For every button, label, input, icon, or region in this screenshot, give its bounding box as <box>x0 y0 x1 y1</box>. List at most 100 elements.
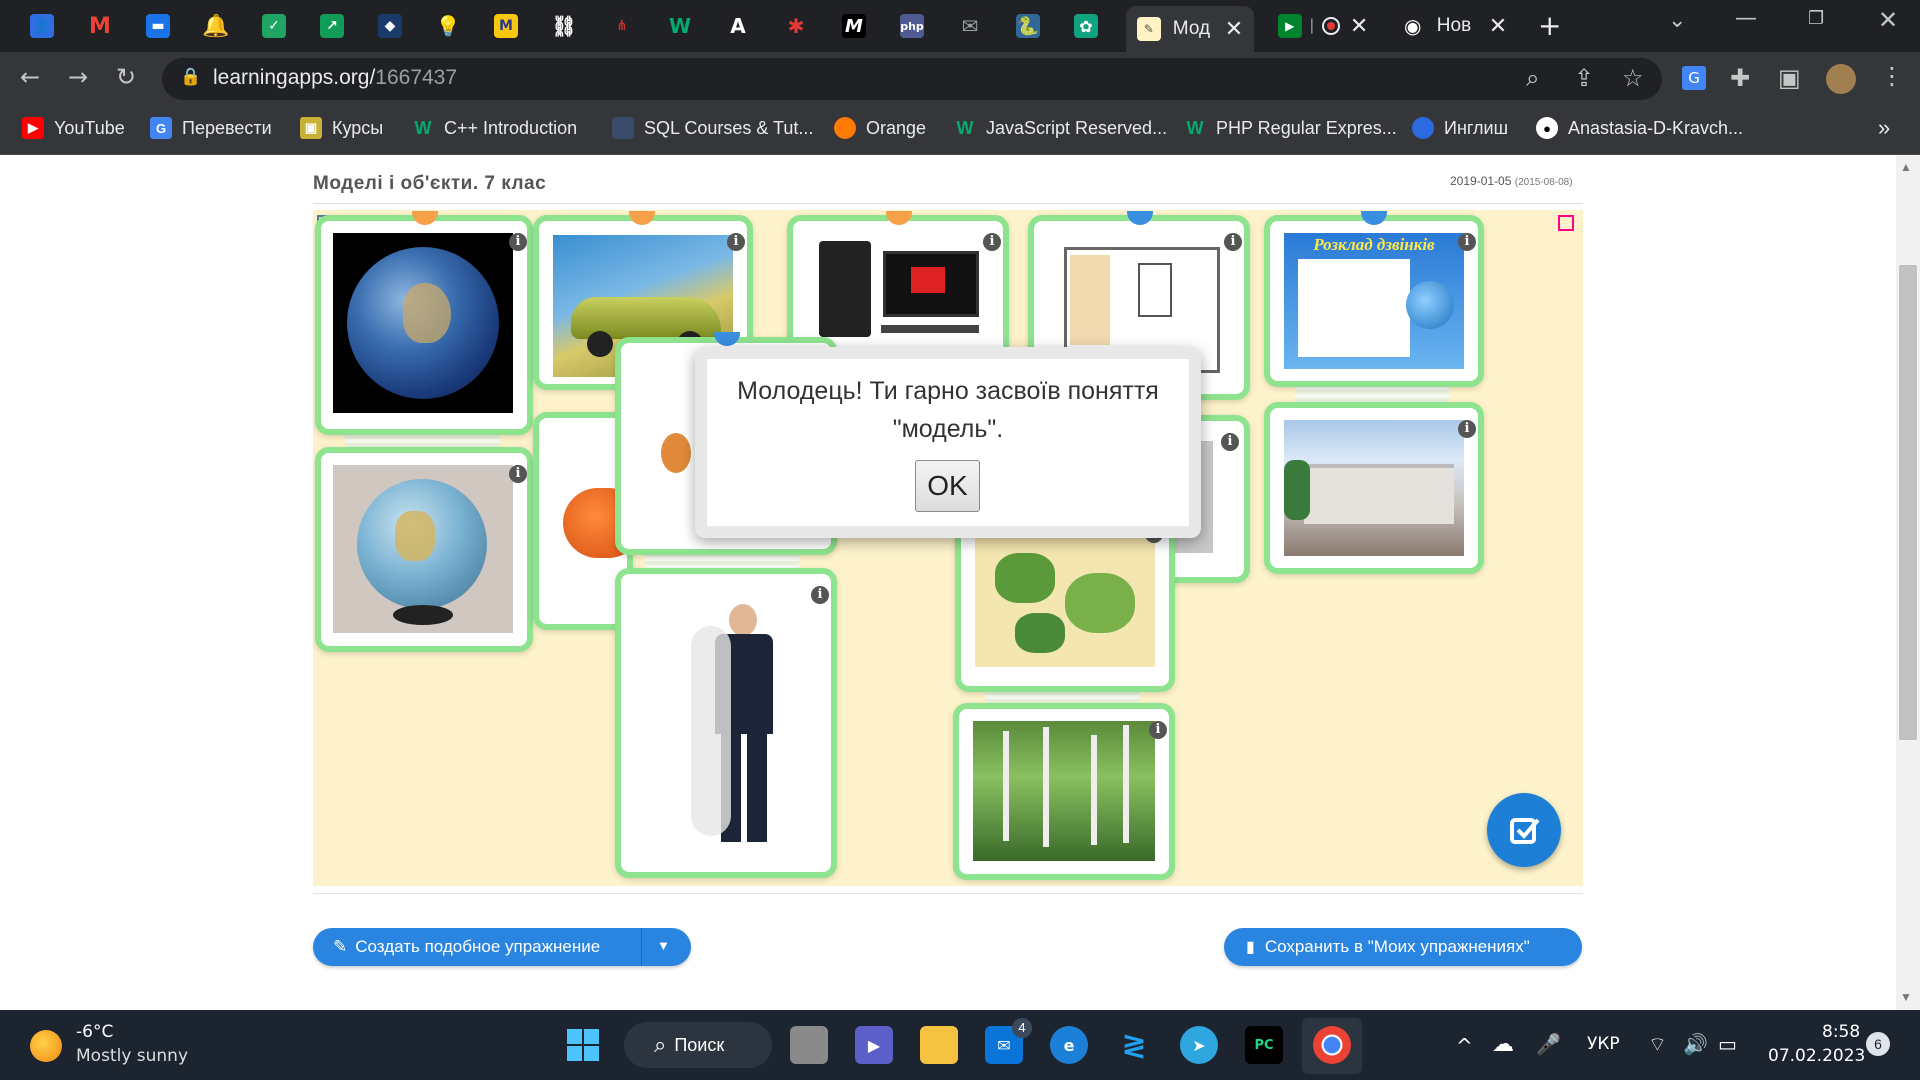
bookmark-english[interactable]: Инглиш <box>1412 114 1508 142</box>
search-box[interactable]: ⌕ Поиск <box>624 1022 772 1068</box>
tab-pinned-8[interactable]: 💡 <box>428 6 468 46</box>
zoom-icon[interactable]: ⌕ <box>1526 66 1539 90</box>
notifications-badge[interactable]: 6 <box>1866 1032 1890 1056</box>
info-icon[interactable]: i <box>811 586 829 604</box>
lock-icon[interactable]: 🔒 <box>180 69 201 86</box>
tab-meet[interactable]: ▶ | ✕ <box>1268 6 1378 46</box>
volume-icon[interactable]: 🔊 <box>1683 1032 1708 1056</box>
fullscreen-icon[interactable] <box>1558 215 1574 231</box>
weather-temp[interactable]: -6°C <box>76 1022 113 1042</box>
info-icon[interactable]: i <box>1458 420 1476 438</box>
task-view-icon[interactable] <box>790 1026 828 1064</box>
tab-pinned-17[interactable]: ✉ <box>950 6 990 46</box>
minimize-icon[interactable]: — <box>1735 8 1757 30</box>
profile-avatar[interactable] <box>1826 64 1856 94</box>
vscode-icon[interactable]: ≷ <box>1115 1026 1153 1064</box>
card-man[interactable]: i <box>615 568 837 878</box>
info-icon[interactable]: i <box>983 233 1001 251</box>
tab-pinned-4[interactable]: 🔔 <box>196 6 236 46</box>
card-globe[interactable]: i <box>315 447 533 652</box>
teams-icon[interactable]: ▶ <box>855 1026 893 1064</box>
edge-icon[interactable]: e <box>1050 1026 1088 1064</box>
card-bell-schedule[interactable]: Розклад дзвінків i <box>1264 215 1484 387</box>
save-to-my-exercises-button[interactable]: ▮ Сохранить в "Моих упражнениях" <box>1224 928 1582 966</box>
weather-desc[interactable]: Mostly sunny <box>76 1046 188 1066</box>
card-school[interactable]: i <box>1264 402 1484 574</box>
close-icon[interactable]: ✕ <box>1350 14 1368 39</box>
tab-pinned-14[interactable]: ✱ <box>776 6 816 46</box>
close-icon[interactable]: ✕ <box>1225 17 1243 42</box>
chrome-icon[interactable] <box>1313 1026 1351 1064</box>
telegram-icon[interactable]: ➤ <box>1180 1026 1218 1064</box>
tab-pinned-12[interactable]: W <box>660 6 700 46</box>
language-indicator[interactable]: УКР <box>1587 1034 1620 1054</box>
restore-icon[interactable]: ❐ <box>1808 10 1824 28</box>
forward-icon[interactable]: → <box>68 65 88 89</box>
info-icon[interactable]: i <box>509 233 527 251</box>
tab-pinned-18[interactable]: 🐍 <box>1008 6 1048 46</box>
bookmark-orange[interactable]: Orange <box>834 114 926 142</box>
new-tab-icon[interactable]: + <box>1538 12 1561 40</box>
back-icon[interactable]: ← <box>20 65 40 89</box>
tab-pinned-2[interactable]: M <box>80 6 120 46</box>
tab-pinned-3[interactable]: ▬ <box>138 6 178 46</box>
clock-time[interactable]: 8:58 <box>1822 1022 1860 1042</box>
card-forest[interactable]: i <box>953 703 1175 880</box>
bookmark-sql[interactable]: SQL Courses & Tut... <box>612 114 813 142</box>
caret-down-icon[interactable]: ▼ <box>657 938 670 953</box>
ok-button[interactable]: OK <box>915 460 980 512</box>
info-icon[interactable]: i <box>1149 721 1167 739</box>
file-explorer-icon[interactable] <box>920 1026 958 1064</box>
info-icon[interactable]: i <box>1224 233 1242 251</box>
tab-pinned-5[interactable]: ✓ <box>254 6 294 46</box>
bookmark-php[interactable]: W PHP Regular Expres... <box>1184 114 1397 142</box>
clock-date[interactable]: 07.02.2023 <box>1768 1046 1865 1066</box>
bookmark-cpp[interactable]: W C++ Introduction <box>412 114 578 142</box>
bookmark-courses[interactable]: ▣ Курсы <box>300 114 383 142</box>
reload-icon[interactable]: ↻ <box>116 65 136 89</box>
tab-pinned-19[interactable]: ✿ <box>1066 6 1106 46</box>
menu-icon[interactable]: ⋮ <box>1880 64 1904 88</box>
start-icon[interactable] <box>564 1026 602 1064</box>
battery-icon[interactable]: ▭ <box>1718 1032 1737 1056</box>
close-icon[interactable]: ✕ <box>1489 14 1507 39</box>
side-panel-icon[interactable]: ▣ <box>1778 66 1801 90</box>
scroll-up-icon[interactable]: ▲ <box>1900 160 1912 174</box>
bookmarks-overflow[interactable]: » <box>1878 114 1890 142</box>
translate-extension-icon[interactable]: G <box>1682 66 1706 90</box>
tab-new[interactable]: ◉ Нов ✕ <box>1398 6 1510 46</box>
card-map[interactable]: i <box>955 515 1175 692</box>
pycharm-icon[interactable]: PC <box>1245 1026 1283 1064</box>
wifi-icon[interactable]: ⌔ <box>1648 1032 1667 1057</box>
tab-active[interactable]: ✎ Мод ✕ <box>1126 6 1254 52</box>
bookmark-star-icon[interactable]: ☆ <box>1622 66 1644 90</box>
tab-pinned-7[interactable]: ◆ <box>370 6 410 46</box>
chevron-up-icon[interactable]: ^ <box>1456 1034 1473 1058</box>
extensions-icon[interactable]: ✚ <box>1730 66 1750 90</box>
scroll-down-icon[interactable]: ▼ <box>1900 990 1912 1004</box>
share-icon[interactable]: ⇪ <box>1574 66 1594 90</box>
tab-pinned-11[interactable]: ⋔ <box>602 6 642 46</box>
bookmark-translate[interactable]: G Перевести <box>150 114 272 142</box>
weather-icon[interactable] <box>30 1030 62 1062</box>
info-icon[interactable]: i <box>1458 233 1476 251</box>
tab-pinned-13[interactable]: A <box>718 6 758 46</box>
cloud-icon[interactable]: ☁ <box>1492 1032 1514 1057</box>
close-window-icon[interactable]: ✕ <box>1878 8 1898 32</box>
chevron-down-icon[interactable]: ⌄ <box>1668 10 1686 32</box>
check-answers-button[interactable] <box>1487 793 1561 867</box>
card-earth[interactable]: i <box>315 215 533 435</box>
microphone-icon[interactable]: 🎤 <box>1536 1032 1561 1056</box>
tab-pinned-1[interactable]: 👤 <box>22 6 62 46</box>
info-icon[interactable]: i <box>1221 433 1239 451</box>
tab-pinned-10[interactable]: ⛓ <box>544 6 584 46</box>
info-icon[interactable]: i <box>727 233 745 251</box>
scrollbar-thumb[interactable] <box>1899 265 1917 740</box>
bookmark-youtube[interactable]: ▶ YouTube <box>22 114 125 142</box>
bookmark-github[interactable]: ● Anastasia-D-Kravch... <box>1536 114 1743 142</box>
tab-pinned-15[interactable]: M <box>834 6 874 46</box>
tab-pinned-16[interactable]: php <box>892 6 932 46</box>
tab-pinned-6[interactable]: ↗ <box>312 6 352 46</box>
create-similar-button[interactable]: ✎ Создать подобное упражнение ▼ <box>313 928 691 966</box>
info-icon[interactable]: i <box>509 465 527 483</box>
